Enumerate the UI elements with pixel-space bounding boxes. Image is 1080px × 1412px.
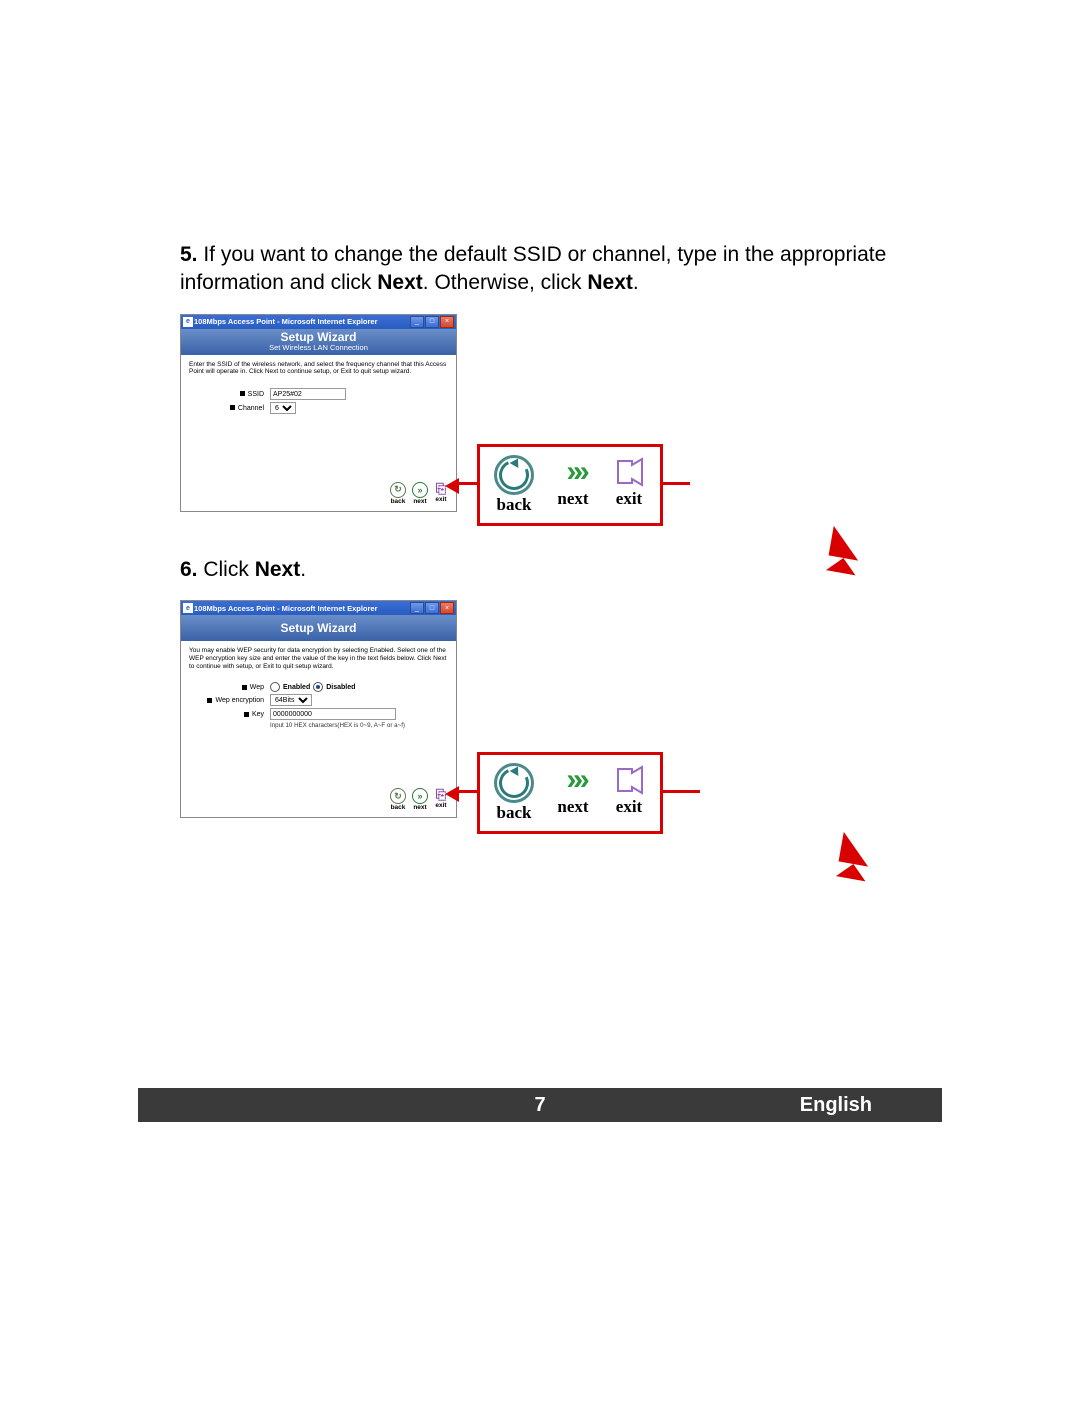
page-language: English (800, 1094, 872, 1117)
key-label: Key (252, 711, 264, 718)
next-icon (412, 788, 428, 804)
wizard-description: Enter the SSID of the wireless network, … (189, 361, 448, 377)
back-icon (494, 455, 534, 495)
window-title: 108Mbps Access Point - Microsoft Interne… (193, 604, 409, 613)
step6-instruction: 6. Click Next. (180, 556, 900, 584)
callout-enlarged-2: back next exit (477, 752, 663, 834)
step5-instruction: 5. If you want to change the default SSI… (180, 241, 900, 298)
callout-exit: exit (612, 455, 646, 515)
browser-window-2: e 108Mbps Access Point - Microsoft Inter… (180, 600, 457, 818)
channel-select[interactable]: 6 (270, 402, 296, 414)
maximize-icon[interactable]: □ (425, 316, 439, 328)
banner-title: Setup Wizard (281, 331, 357, 343)
callout-back: back (494, 455, 534, 515)
back-button[interactable]: back (390, 482, 406, 505)
titlebar: e 108Mbps Access Point - Microsoft Inter… (181, 315, 456, 329)
key-hint: Input 10 HEX characters(HEX is 0~9, A~F … (270, 722, 448, 729)
maximize-icon[interactable]: □ (425, 602, 439, 614)
ssid-input[interactable] (270, 388, 346, 400)
minimize-icon[interactable]: _ (410, 316, 424, 328)
back-button[interactable]: back (390, 788, 406, 811)
banner-title: Setup Wizard (281, 622, 357, 634)
ie-icon: e (183, 317, 193, 327)
wizard-description: You may enable WEP security for data enc… (189, 647, 448, 670)
wep-enabled-radio[interactable] (270, 682, 280, 692)
banner-subtitle: Set Wireless LAN Connection (269, 344, 368, 352)
back-icon (494, 763, 534, 803)
next-icon (556, 763, 590, 797)
wep-encryption-select[interactable]: 64Bits (270, 694, 312, 706)
step6-number: 6. (180, 558, 198, 581)
close-icon[interactable]: × (440, 602, 454, 614)
figure-step6: e 108Mbps Access Point - Microsoft Inter… (180, 600, 900, 834)
exit-icon (612, 455, 646, 489)
window-title: 108Mbps Access Point - Microsoft Interne… (193, 317, 409, 326)
callout-enlarged-1: back next exit (477, 444, 663, 526)
wep-disabled-radio[interactable] (313, 682, 323, 692)
ie-icon: e (183, 603, 193, 613)
page-footer: 7 English (138, 1088, 942, 1122)
exit-icon (612, 763, 646, 797)
callout-exit: exit (612, 763, 646, 823)
titlebar: e 108Mbps Access Point - Microsoft Inter… (181, 601, 456, 615)
wep-encryption-label: Wep encryption (215, 697, 264, 704)
step5-number: 5. (180, 243, 198, 266)
next-button[interactable]: next (412, 482, 428, 505)
wizard-nav: back next exit (189, 788, 448, 817)
page-number: 7 (534, 1094, 545, 1117)
close-icon[interactable]: × (440, 316, 454, 328)
callout-next: next (556, 455, 590, 515)
back-icon (390, 788, 406, 804)
wizard-nav: back next exit (189, 482, 448, 511)
browser-window-1: e 108Mbps Access Point - Microsoft Inter… (180, 314, 457, 512)
back-icon (390, 482, 406, 498)
next-icon (556, 455, 590, 489)
next-icon (412, 482, 428, 498)
wizard-banner: Setup Wizard (181, 615, 456, 641)
minimize-icon[interactable]: _ (410, 602, 424, 614)
callout-back: back (494, 763, 534, 823)
callout-next: next (556, 763, 590, 823)
key-input[interactable] (270, 708, 396, 720)
wep-label: Wep (250, 684, 264, 691)
figure-step5: e 108Mbps Access Point - Microsoft Inter… (180, 314, 900, 526)
wizard-banner: Setup Wizard Set Wireless LAN Connection (181, 329, 456, 355)
ssid-label: SSID (248, 391, 264, 398)
channel-label: Channel (238, 405, 264, 412)
next-button[interactable]: next (412, 788, 428, 811)
